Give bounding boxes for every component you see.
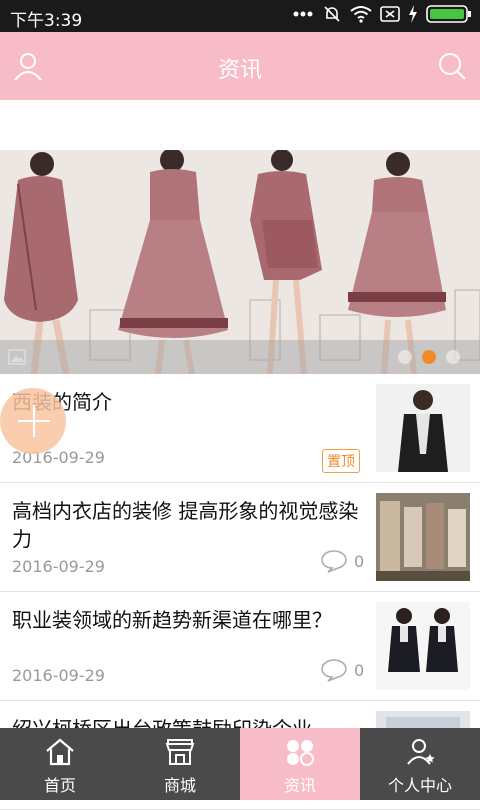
tab-home[interactable]: 首页 [0, 728, 120, 800]
news-item-1[interactable]: 西装的简介 2016-09-29 置顶 [0, 374, 480, 483]
news-item-2[interactable]: 高档内衣店的装修 提高形象的视觉感染力 2016-09-29 0 [0, 483, 480, 592]
tab-label: 商城 [163, 776, 196, 795]
wifi-icon [350, 5, 372, 23]
floating-add-button[interactable] [0, 388, 66, 454]
news-item-3[interactable]: 职业装领域的新趋势新渠道在哪里？ 2016-09-29 0 [0, 592, 480, 701]
carousel-dot[interactable] [398, 350, 412, 364]
tab-user-center[interactable]: 个人中心 [360, 728, 480, 800]
carousel-dot[interactable] [422, 350, 436, 364]
news-title: 职业装领域的新趋势新渠道在哪里？ [12, 608, 332, 632]
pinned-badge: 置顶 [322, 449, 360, 473]
news-icon [284, 738, 316, 766]
comment-count-value: 0 [354, 551, 365, 571]
status-bar: 下午3:39 [0, 0, 480, 32]
image-icon [8, 349, 26, 365]
comment-count-value: 0 [354, 660, 365, 680]
mute-bell-icon [322, 4, 342, 24]
news-thumbnail [376, 602, 470, 690]
tab-label: 首页 [43, 776, 76, 795]
tab-news[interactable]: 资讯 [240, 728, 360, 800]
page-title: 资讯 [217, 58, 262, 83]
store-icon [164, 738, 196, 766]
carousel-dots [398, 350, 460, 364]
bottom-tab-bar: 首页 商城 资讯 个人中心 [0, 728, 480, 800]
comment-count: 0 [320, 549, 364, 573]
plus-icon-vertical [33, 405, 35, 437]
tab-store[interactable]: 商城 [120, 728, 240, 800]
app-header: 资讯 [0, 32, 480, 100]
news-date: 2016-09-29 [12, 557, 105, 576]
search-icon[interactable] [436, 50, 468, 82]
more-dots-icon [292, 9, 314, 19]
news-thumbnail [376, 384, 470, 472]
home-icon [44, 738, 76, 766]
comment-count: 0 [320, 658, 364, 682]
battery-icon [426, 4, 472, 24]
banner-carousel[interactable] [0, 150, 480, 374]
no-sim-icon [380, 5, 400, 23]
news-title: 高档内衣店的装修 提高形象的视觉感染力 [12, 499, 359, 551]
comment-icon [321, 659, 347, 682]
user-center-icon [404, 738, 436, 766]
tab-label: 资讯 [283, 776, 316, 795]
status-time: 下午3:39 [10, 11, 83, 31]
tab-label: 个人中心 [387, 776, 452, 795]
news-date: 2016-09-29 [12, 666, 105, 685]
charging-icon [408, 5, 418, 23]
carousel-dot[interactable] [446, 350, 460, 364]
comment-icon [321, 550, 347, 573]
status-icons [292, 4, 472, 24]
news-thumbnail [376, 493, 470, 581]
